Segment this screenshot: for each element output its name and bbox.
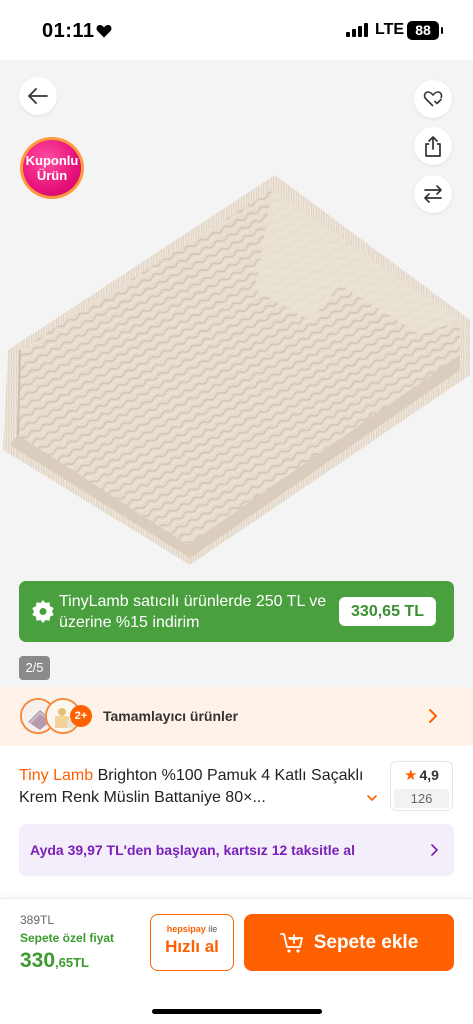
heart-check-icon (423, 91, 443, 107)
quick-buy-label: Hızlı al (165, 937, 219, 956)
review-count: 126 (394, 789, 449, 808)
complementary-products-row[interactable]: 2+ Tamamlayıcı ürünler (0, 687, 473, 746)
promo-price: 330,65 TL (339, 597, 436, 626)
image-page-indicator: 2/5 (19, 656, 50, 680)
star-icon: ★ (404, 767, 418, 784)
home-indicator[interactable] (152, 1009, 322, 1014)
swap-arrows-icon (424, 185, 442, 203)
final-price-decimal: ,65TL (55, 955, 90, 970)
network-label: LTE (375, 21, 405, 38)
hepsipay-ile: ile (208, 924, 218, 934)
arrow-left-icon (28, 88, 48, 104)
bottom-action-bar: 389TL Sepete özel fiyat 330,65TL hepsipa… (0, 898, 473, 1024)
chevron-down-icon[interactable] (366, 793, 378, 803)
coupon-badge: Kuponlu Ürün (20, 137, 84, 199)
coupon-badge-line2: Ürün (36, 168, 68, 183)
installment-text: Ayda 39,97 TL'den başlayan, kartsız 12 t… (30, 842, 355, 858)
share-icon (425, 136, 441, 157)
installment-banner[interactable]: Ayda 39,97 TL'den başlayan, kartsız 12 t… (19, 824, 454, 876)
hepsipay-brand: hepsipay (166, 924, 206, 934)
heart-icon (96, 25, 112, 38)
chevron-right-icon (429, 709, 437, 723)
signal-icon (346, 23, 368, 37)
final-price: 330,65TL (20, 949, 89, 973)
back-button[interactable] (19, 77, 57, 115)
special-price-label: Sepete özel fiyat (20, 931, 115, 945)
product-image[interactable] (0, 170, 473, 570)
cart-plus-icon (279, 932, 303, 953)
quick-buy-button[interactable]: hepsipay ile Hızlı al (150, 914, 234, 971)
complementary-label: Tamamlayıcı ürünler (103, 708, 239, 724)
hepsipay-logo: hepsipay ile (151, 924, 233, 934)
product-title[interactable]: Tiny Lamb Brighton %100 Pamuk 4 Katlı Sa… (19, 765, 369, 809)
battery-icon: 88 (407, 21, 443, 40)
brand-link[interactable]: Tiny Lamb (19, 767, 93, 784)
status-time: 01:11 (42, 20, 95, 42)
seller-promo-banner[interactable]: TinyLamb satıcılı ürünlerde 250 TL ve üz… (19, 581, 454, 642)
complementary-count-badge: 2+ (70, 705, 92, 727)
share-button[interactable] (414, 127, 452, 165)
rating-box[interactable]: ★ 4,9 126 (390, 761, 453, 811)
coupon-badge-line1: Kuponlu (25, 153, 79, 168)
promo-text: TinyLamb satıcılı ürünlerde 250 TL ve üz… (59, 593, 327, 631)
rating-value: 4,9 (419, 767, 439, 783)
status-bar: 01:11 LTE 88 (0, 0, 473, 60)
chevron-right-icon (431, 844, 438, 856)
old-price: 389TL (20, 913, 55, 927)
favorite-button[interactable] (414, 80, 452, 118)
final-price-integer: 330 (20, 949, 56, 972)
add-to-cart-label: Sepete ekle (313, 931, 419, 953)
add-to-cart-button[interactable]: Sepete ekle (244, 914, 454, 971)
rating-value-row: ★ 4,9 (391, 766, 452, 784)
compare-button[interactable] (414, 175, 452, 213)
discount-badge-icon (32, 600, 54, 623)
